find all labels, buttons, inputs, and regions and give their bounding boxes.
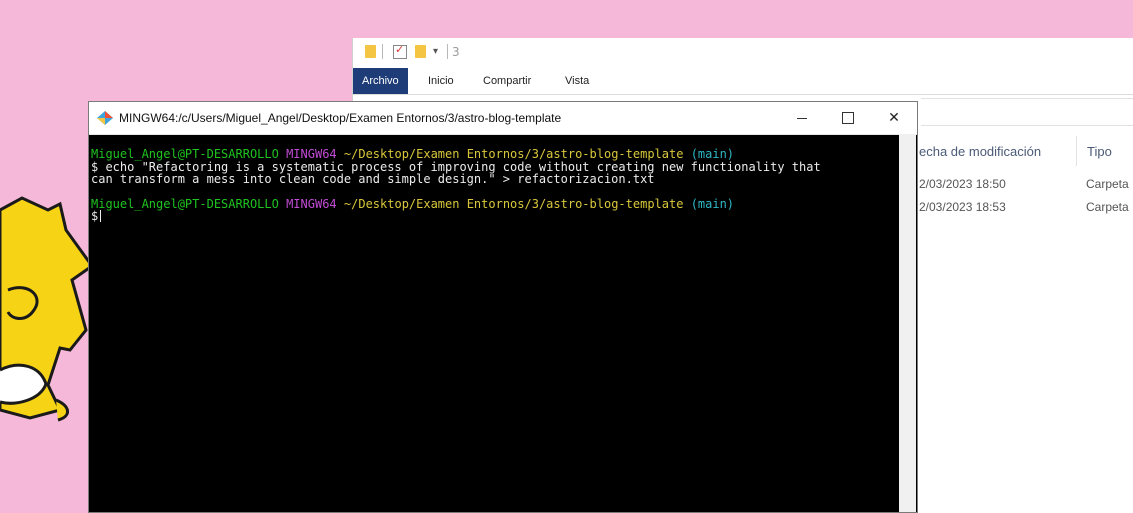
file-row-type[interactable]: Carpeta (1086, 177, 1129, 191)
tab-compartir[interactable]: Compartir (483, 68, 531, 94)
prompt-path: ~/Desktop/Examen Entornos/3/astro-blog-t… (343, 196, 684, 211)
minimize-icon (797, 117, 807, 119)
maximize-icon (842, 112, 854, 124)
maximize-button[interactable] (825, 102, 871, 134)
prompt-line: Miguel_Angel@PT-DESARROLLO MINGW64 ~/Des… (91, 196, 891, 211)
ribbon-tabs: Archivo Inicio Compartir Vista (353, 68, 1133, 94)
command-line-continuation: can transform a mess into clean code and… (91, 172, 655, 186)
new-folder-icon[interactable] (415, 45, 426, 58)
toolbar-separator (447, 44, 448, 59)
tab-vista[interactable]: Vista (565, 68, 589, 94)
text-cursor (100, 210, 102, 222)
prompt-line: Miguel_Angel@PT-DESARROLLO MINGW64 ~/Des… (91, 148, 891, 161)
desktop: ▾ 3 Archivo Inicio Compartir Vista ︿ ech… (0, 0, 1133, 513)
address-bar[interactable] (921, 98, 1133, 126)
column-header-type[interactable]: Tipo (1087, 144, 1112, 159)
quick-access-toolbar: ▾ 3 (353, 38, 1133, 68)
terminal-titlebar[interactable]: MINGW64:/c/Users/Miguel_Angel/Desktop/Ex… (89, 102, 917, 135)
input-prompt: $ (91, 209, 99, 223)
prompt-branch: (main) (690, 196, 735, 211)
terminal-scrollbar[interactable] (899, 134, 916, 512)
close-button[interactable]: ✕ (871, 102, 917, 134)
column-header-date-modified[interactable]: echa de modificación (919, 144, 1041, 159)
input-line[interactable]: $ (91, 210, 891, 223)
ribbon-divider (353, 94, 1133, 95)
prompt-shell: MINGW64 (286, 147, 337, 161)
tab-inicio[interactable]: Inicio (428, 68, 454, 94)
close-icon: ✕ (888, 110, 900, 126)
file-row-type[interactable]: Carpeta (1086, 200, 1129, 214)
prompt-user: Miguel_Angel@PT-DESARROLLO (91, 147, 279, 161)
terminal-window[interactable]: MINGW64:/c/Users/Miguel_Angel/Desktop/Ex… (88, 101, 918, 513)
wallpaper-cartoon-illustration (0, 196, 100, 513)
toolbar-separator (382, 44, 383, 59)
prompt-path: ~/Desktop/Examen Entornos/3/astro-blog-t… (343, 147, 684, 161)
explorer-title: 3 (452, 45, 460, 59)
properties-icon[interactable] (393, 43, 407, 59)
minimize-button[interactable] (779, 102, 825, 134)
file-row-date[interactable]: 2/03/2023 18:50 (919, 177, 1006, 191)
terminal-output[interactable]: Miguel_Angel@PT-DESARROLLO MINGW64 ~/Des… (91, 148, 891, 508)
prompt-branch: (main) (690, 147, 735, 161)
tab-archivo[interactable]: Archivo (353, 68, 408, 94)
terminal-title: MINGW64:/c/Users/Miguel_Angel/Desktop/Ex… (119, 111, 562, 125)
prompt-shell: MINGW64 (286, 196, 337, 211)
git-bash-icon (97, 111, 113, 125)
folder-icon[interactable] (365, 45, 376, 58)
prompt-user: Miguel_Angel@PT-DESARROLLO (91, 196, 279, 211)
file-row-date[interactable]: 2/03/2023 18:53 (919, 200, 1006, 214)
column-divider[interactable] (1076, 136, 1077, 166)
customize-toolbar-icon[interactable]: ▾ (433, 46, 438, 57)
